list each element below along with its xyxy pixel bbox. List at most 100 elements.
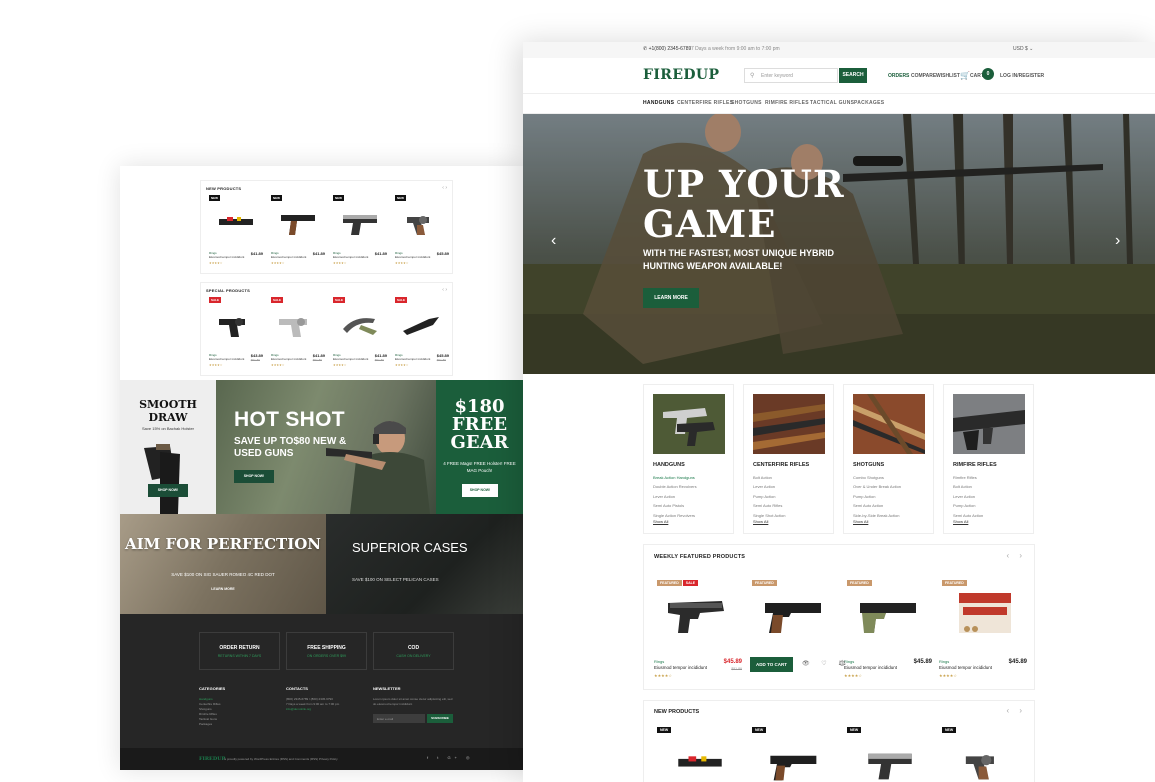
category-card[interactable]: RIMFIRE RIFLES Rimfire Rifles Bolt Action… xyxy=(943,384,1034,534)
category-sublink[interactable]: Lever Action xyxy=(953,492,983,501)
category-sublink[interactable]: Pump Action xyxy=(753,492,785,501)
featured-product-card[interactable]: FEATURED Rings Eiusmod tempor incididunt… xyxy=(844,571,936,685)
cart-icon[interactable]: 🛒 xyxy=(960,71,970,80)
product-image[interactable] xyxy=(275,205,321,241)
featured-carousel-nav[interactable]: ‹ › xyxy=(1006,551,1026,560)
category-sublink[interactable]: Pump Action xyxy=(853,492,901,501)
category-image[interactable] xyxy=(953,394,1025,454)
category-sublink[interactable]: Semi Auto Rifles xyxy=(753,501,785,510)
newsletter-email-input[interactable]: Enter e-mail xyxy=(373,714,425,723)
product-name[interactable]: Eiusmod tempor incididunt xyxy=(333,255,368,259)
product-action-icons[interactable]: 👁 ♡ ⚖ xyxy=(802,660,851,667)
footer-contact-email[interactable]: info@demolink.org xyxy=(286,707,366,712)
category-sublink[interactable]: Over & Under Break Action xyxy=(853,482,901,491)
product-name[interactable]: Eiusmod tempor incididunt xyxy=(939,665,992,670)
nav-item-tactical-guns[interactable]: TACTICAL GUNS xyxy=(810,100,854,106)
nav-item-shotguns[interactable]: SHOTGUNS xyxy=(731,100,762,106)
category-card[interactable]: SHOTGUNS Combo Shotguns Over & Under Brea… xyxy=(843,384,934,534)
chevron-right-icon[interactable]: › xyxy=(1115,232,1120,250)
nav-item-centerfire-rifles[interactable]: CENTERFIRE RIFLES xyxy=(677,100,733,106)
nav-item-rimfire-rifles[interactable]: RIMFIRE RIFLES xyxy=(765,100,809,106)
category-card[interactable]: CENTERFIRE RIFLES Bolt Action Lever Actio… xyxy=(743,384,834,534)
product-image[interactable] xyxy=(945,741,1025,782)
footer-social-icons[interactable]: f t G+ ◎ xyxy=(427,755,474,760)
add-to-cart-button[interactable]: ADD TO CART xyxy=(750,657,793,672)
product-image[interactable] xyxy=(213,307,259,343)
product-image[interactable] xyxy=(660,741,740,782)
category-card[interactable]: HANDGUNS Break Action Handguns Double Act… xyxy=(643,384,734,534)
product-name[interactable]: Eiusmod tempor incididunt xyxy=(333,357,368,361)
new-products-carousel-nav[interactable]: ‹ › xyxy=(1006,706,1026,715)
new-product-card[interactable]: NEW xyxy=(654,727,746,782)
category-sublink[interactable]: Pump Action xyxy=(953,501,983,510)
category-sublink[interactable]: Combo Shotguns xyxy=(853,473,901,482)
product-image[interactable] xyxy=(945,585,1025,641)
promo-hot-shot[interactable]: HOT SHOT SAVE UP TO$80 NEW & USED GUNS S… xyxy=(216,380,436,514)
site-logo[interactable]: FIREDUP xyxy=(643,67,719,83)
category-name[interactable]: RIMFIRE RIFLES xyxy=(953,462,997,468)
left-product-card[interactable]: NEW Rings Eiusmod tempor incididunt $45.… xyxy=(393,195,451,269)
promo-free-gear[interactable]: $180 FREE GEAR 4 FREE Mags! FREE Holster… xyxy=(436,380,523,514)
category-name[interactable]: HANDGUNS xyxy=(653,462,685,468)
left-new-products-nav[interactable]: ‹ › xyxy=(442,185,447,191)
promo-smooth-draw[interactable]: SMOOTH DRAW Save 15% on Bachak Holster S… xyxy=(120,380,216,514)
header-link-orders[interactable]: ORDERS xyxy=(888,73,909,79)
product-name[interactable]: Eiusmod tempor incididunt xyxy=(844,665,897,670)
product-name[interactable]: Eiusmod tempor incididunt xyxy=(271,357,306,361)
product-image[interactable] xyxy=(755,585,835,641)
left-product-card[interactable]: SALE Rings Eiusmod tempor incididunt $43… xyxy=(207,297,265,371)
category-sublink[interactable]: Bolt Action xyxy=(753,473,785,482)
footer-logo[interactable]: FIREDUP xyxy=(199,756,225,762)
category-sublink[interactable]: Semi Auto Pistols xyxy=(653,501,697,510)
left-product-card[interactable]: NEW Rings Eiusmod tempor incididunt $41.… xyxy=(269,195,327,269)
category-show-all-link[interactable]: Show All xyxy=(653,519,668,524)
product-name[interactable]: Eiusmod tempor incididunt xyxy=(395,255,430,259)
category-image[interactable] xyxy=(753,394,825,454)
product-image[interactable] xyxy=(850,741,930,782)
category-image[interactable] xyxy=(653,394,725,454)
promo-aim-link[interactable]: LEARN MORE xyxy=(120,587,326,591)
header-link-compare[interactable]: COMPARE xyxy=(911,73,936,79)
promo-hotshot-button[interactable]: SHOP NOW! xyxy=(234,470,274,483)
product-image[interactable] xyxy=(399,205,445,241)
product-image[interactable] xyxy=(755,741,835,782)
category-name[interactable]: CENTERFIRE RIFLES xyxy=(753,462,809,468)
promo-freegear-button[interactable]: SHOP NOW! xyxy=(462,484,498,497)
search-input[interactable]: ⚲ Enter keyword xyxy=(744,68,838,83)
product-name[interactable]: Eiusmod tempor incididunt xyxy=(271,255,306,259)
header-link-wishlist[interactable]: WISHLIST xyxy=(936,73,960,79)
category-sublink[interactable]: Rimfire Rifles xyxy=(953,473,983,482)
promo-superior-cases[interactable]: SUPERIOR CASES SAVE $100 ON SELECT PELIC… xyxy=(326,514,523,614)
new-product-card[interactable]: NEW xyxy=(939,727,1031,782)
category-show-all-link[interactable]: Show All xyxy=(753,519,768,524)
category-sublink[interactable]: Lever Action xyxy=(753,482,785,491)
currency-select[interactable]: USD $ ⌄ xyxy=(1013,46,1033,52)
product-image[interactable] xyxy=(399,307,445,343)
product-image[interactable] xyxy=(275,307,321,343)
category-sublink[interactable]: Lever Action xyxy=(653,492,697,501)
search-button[interactable]: SEARCH xyxy=(839,68,867,83)
hero-learn-more-button[interactable]: LEARN MORE xyxy=(643,288,699,308)
promo-smooth-button[interactable]: SHOP NOW! xyxy=(148,484,188,497)
product-image[interactable] xyxy=(213,205,259,241)
featured-product-card[interactable]: FEATURED SALE Rings Eiusmod tempor incidi… xyxy=(654,571,746,685)
new-product-card[interactable]: NEW xyxy=(844,727,936,782)
newsletter-subscribe-button[interactable]: SUBSCRIBE xyxy=(427,714,453,723)
left-product-card[interactable]: NEW Rings Eiusmod tempor incididunt $41.… xyxy=(331,195,389,269)
product-image[interactable] xyxy=(337,307,383,343)
footer-category-link[interactable]: Packages xyxy=(199,722,269,727)
left-product-card[interactable]: SALE Rings Eiusmod tempor incididunt $41… xyxy=(269,297,327,371)
left-product-card[interactable]: NEW Rings Eiusmod tempor incididunt $41.… xyxy=(207,195,265,269)
category-sublink[interactable]: Double Action Revolvers xyxy=(653,482,697,491)
product-image[interactable] xyxy=(337,205,383,241)
category-sublink[interactable]: Bolt Action xyxy=(953,482,983,491)
product-name[interactable]: Eiusmod tempor incididunt xyxy=(654,665,707,670)
left-product-card[interactable]: SALE Rings Eiusmod tempor incididunt $45… xyxy=(393,297,451,371)
product-brand[interactable]: Rings xyxy=(654,659,664,664)
promo-aim-for-perfection[interactable]: AIM FOR PERFECTION SAVE $100 ON SIG SAUE… xyxy=(120,514,326,614)
new-product-card[interactable]: NEW xyxy=(749,727,841,782)
category-sublink[interactable]: Break Action Handguns xyxy=(653,473,697,482)
header-link-login[interactable]: LOG IN/REGISTER xyxy=(1000,73,1044,79)
nav-item-handguns[interactable]: HANDGUNS xyxy=(643,100,674,106)
product-image[interactable] xyxy=(660,585,740,641)
